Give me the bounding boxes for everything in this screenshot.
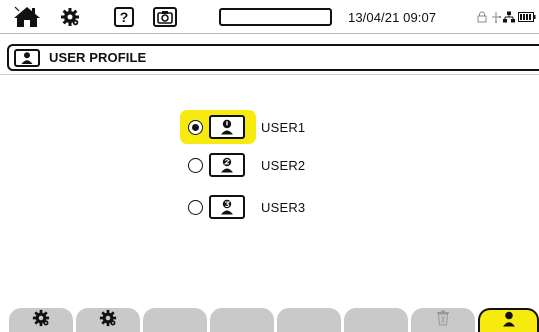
usb-icon	[489, 5, 503, 29]
user-option-2[interactable]: USER2	[180, 148, 305, 182]
settings-gear-icon	[32, 309, 50, 332]
user-1-label: USER1	[261, 119, 306, 135]
network-icon	[502, 5, 516, 29]
header-divider	[0, 74, 539, 75]
function-key-6[interactable]	[344, 308, 408, 332]
user-option-3[interactable]: USER3	[180, 190, 305, 224]
function-key-5[interactable]	[277, 308, 341, 332]
user-profile-icon	[502, 311, 516, 332]
page-title-bar: USER PROFILE	[7, 44, 539, 71]
function-key-user-profile[interactable]	[478, 308, 539, 332]
help-question-mark: ?	[114, 7, 134, 27]
settings-gear-icon	[99, 309, 117, 332]
function-key-1[interactable]	[9, 308, 73, 332]
trash-icon	[436, 310, 450, 331]
function-key-4[interactable]	[210, 308, 274, 332]
status-bar: ? 13/04/21 09:07	[0, 0, 539, 34]
user-1-profile-icon	[209, 115, 245, 139]
user-3-profile-icon	[209, 195, 245, 219]
radio-button[interactable]	[188, 157, 203, 173]
progress-bar	[219, 8, 332, 26]
user-2-label: USER2	[261, 157, 306, 173]
radio-button-selected[interactable]	[188, 119, 203, 135]
radio-button[interactable]	[188, 199, 203, 215]
home-icon[interactable]	[10, 5, 44, 29]
function-key-2[interactable]	[76, 308, 140, 332]
camera-icon[interactable]	[150, 5, 180, 29]
function-key-3[interactable]	[143, 308, 207, 332]
user-profile-icon	[14, 48, 40, 67]
page-title: USER PROFILE	[49, 50, 147, 65]
function-key-7[interactable]	[411, 308, 475, 332]
date-time: 13/04/21 09:07	[348, 10, 437, 25]
lock-icon	[476, 5, 488, 29]
user-option-1[interactable]: USER1	[180, 110, 305, 144]
help-icon[interactable]: ?	[112, 5, 136, 29]
settings-gear-icon[interactable]	[56, 5, 84, 29]
user-3-label: USER3	[261, 199, 306, 215]
battery-icon	[516, 5, 538, 29]
user-2-profile-icon	[209, 153, 245, 177]
